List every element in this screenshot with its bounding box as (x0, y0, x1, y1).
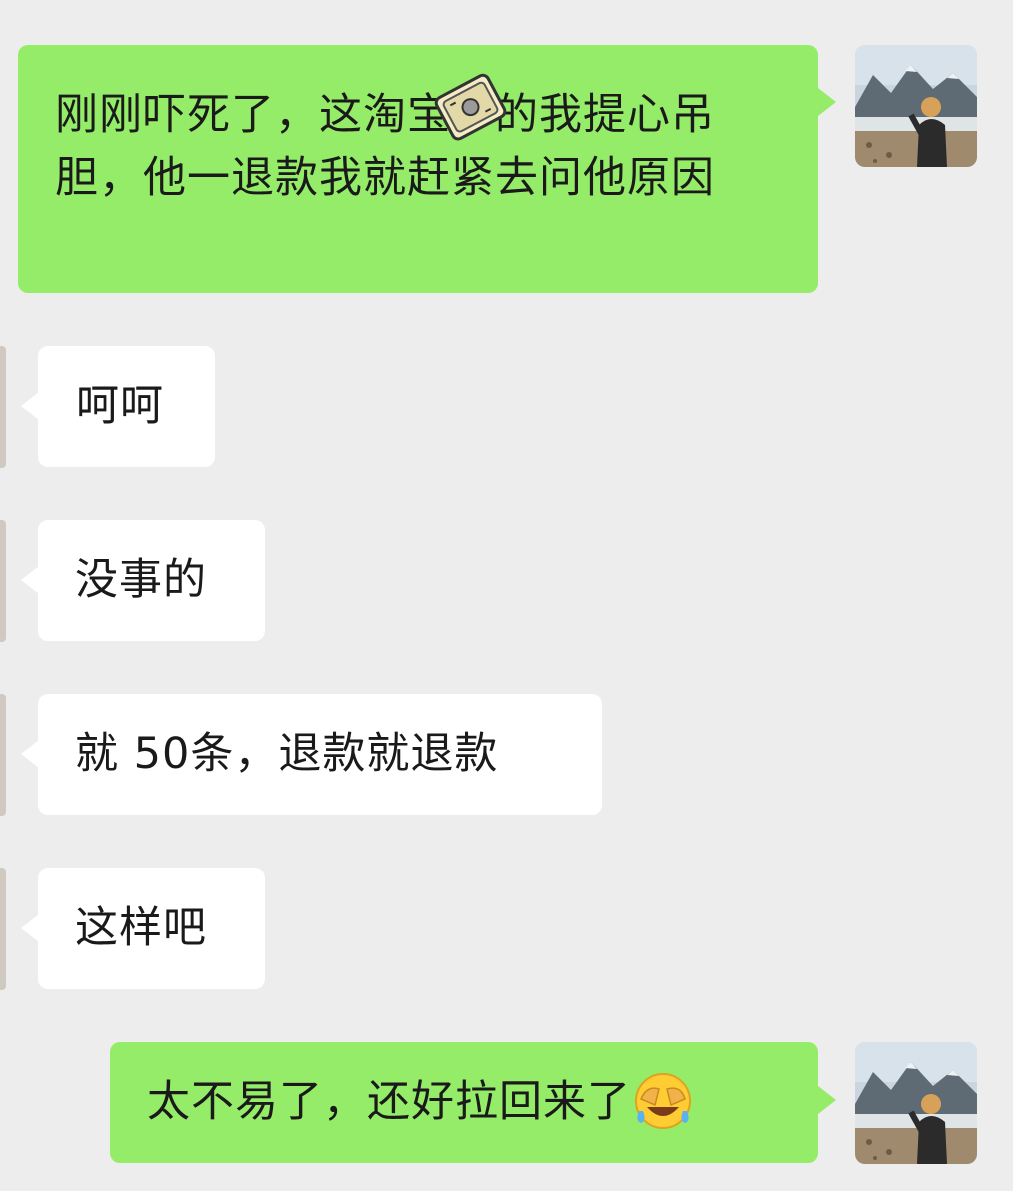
message-bubble-received-1[interactable]: 呵呵 (38, 346, 215, 467)
my-avatar[interactable] (855, 1042, 977, 1164)
bubble-tail (21, 740, 39, 768)
message-text: 没事的 (75, 555, 207, 605)
my-avatar[interactable] (855, 45, 977, 167)
landscape-avatar-icon (855, 1042, 977, 1164)
message-bubble-received-4[interactable]: 这样吧 (38, 868, 265, 989)
bubble-tail (21, 914, 39, 942)
message-bubble-sent-1[interactable]: 刚刚吓死了，这淘宝干的我提心吊胆，他一退款我就赶紧去问他原因 (18, 45, 818, 293)
message-bubble-sent-2[interactable]: 太不易了，还好拉回来了 (110, 1042, 818, 1163)
sponge-sticker-icon (428, 70, 514, 146)
message-bubble-received-3[interactable]: 就 50条，退款就退款 (38, 694, 602, 815)
partner-avatar-edge[interactable] (0, 694, 6, 816)
landscape-avatar-icon (855, 45, 977, 167)
partner-avatar-edge[interactable] (0, 520, 6, 642)
crying-laughing-emoji-icon (635, 1072, 691, 1129)
bubble-tail (21, 392, 39, 420)
bubble-tail (818, 1086, 836, 1114)
partner-avatar-edge[interactable] (0, 346, 6, 468)
message-bubble-received-2[interactable]: 没事的 (38, 520, 265, 641)
message-text: 刚刚吓死了，这淘宝干的我提心吊胆，他一退款我就赶紧去问他原因 (55, 90, 715, 203)
bubble-tail (818, 88, 836, 116)
bubble-tail (21, 566, 39, 594)
message-text: 太不易了，还好拉回来了 (147, 1071, 818, 1134)
message-text: 这样吧 (75, 903, 207, 953)
message-text: 就 50条，退款就退款 (75, 729, 499, 779)
partner-avatar-edge[interactable] (0, 868, 6, 990)
message-text: 呵呵 (76, 381, 164, 431)
